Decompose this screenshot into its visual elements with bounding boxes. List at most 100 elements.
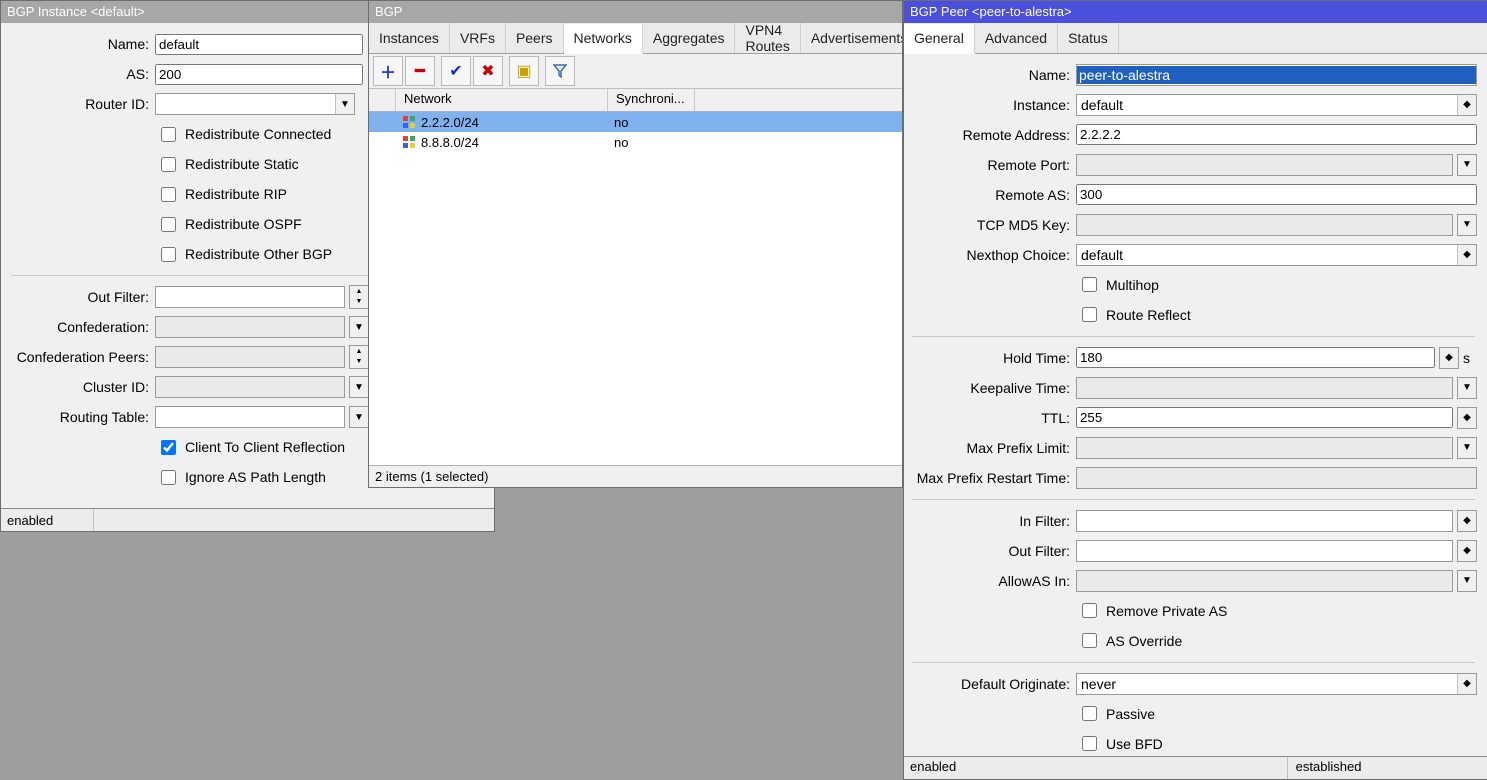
dropdown-icon[interactable]: ◆ <box>1457 510 1477 532</box>
add-button[interactable]: ＋ <box>373 56 403 86</box>
label-keepalive: Keepalive Time: <box>910 380 1076 396</box>
dropdown-icon[interactable]: ▼ <box>1457 214 1477 236</box>
input-remote-address[interactable] <box>1076 124 1477 145</box>
tab-vrfs[interactable]: VRFs <box>450 23 506 53</box>
label-redistribute-ospf: Redistribute OSPF <box>185 216 302 232</box>
status-peer-state: established <box>1288 757 1487 779</box>
chk-use-bfd[interactable] <box>1082 736 1097 751</box>
combo-in-filter[interactable] <box>1076 510 1453 532</box>
chk-remove-private-as[interactable] <box>1082 603 1097 618</box>
tab-advanced[interactable]: Advanced <box>975 23 1058 53</box>
chk-redistribute-ospf[interactable] <box>161 217 176 232</box>
titlebar-bgp[interactable]: BGP <box>369 1 902 23</box>
combo-confederation-peers[interactable] <box>155 346 345 368</box>
spin-confederation-peers[interactable]: ▲▼ <box>349 345 369 369</box>
filter-button[interactable] <box>545 56 575 86</box>
separator <box>912 662 1475 663</box>
input-instance-as[interactable] <box>155 64 363 85</box>
remove-button[interactable]: ━ <box>405 56 435 86</box>
tab-vpn4-routes[interactable]: VPN4 Routes <box>735 23 800 53</box>
chk-redistribute-static[interactable] <box>161 157 176 172</box>
tab-networks[interactable]: Networks <box>564 24 643 54</box>
chk-multihop[interactable] <box>1082 277 1097 292</box>
tab-status[interactable]: Status <box>1058 23 1119 53</box>
dropdown-icon[interactable]: ▼ <box>335 94 354 114</box>
statusbar-bgp: 2 items (1 selected) <box>369 465 902 487</box>
label-peer-name: Name: <box>910 67 1076 83</box>
dropdown-icon[interactable]: ▼ <box>349 376 369 398</box>
tab-advertisements[interactable]: Advertisements <box>801 23 902 53</box>
tab-aggregates[interactable]: Aggregates <box>643 23 736 53</box>
chk-passive[interactable] <box>1082 706 1097 721</box>
tab-general[interactable]: General <box>904 24 975 54</box>
spin-out-filter[interactable]: ▲▼ <box>349 285 369 309</box>
tab-peers[interactable]: Peers <box>506 23 564 53</box>
label-redistribute-rip: Redistribute RIP <box>185 186 287 202</box>
input-keepalive[interactable] <box>1076 377 1453 399</box>
label-instance-name: Name: <box>9 36 155 52</box>
label-peer-instance: Instance: <box>910 97 1076 113</box>
chk-client-reflection[interactable] <box>161 440 176 455</box>
label-redistribute-static: Redistribute Static <box>185 156 299 172</box>
chk-redistribute-other-bgp[interactable] <box>161 247 176 262</box>
col-network[interactable]: Network <box>396 89 608 111</box>
tab-instances[interactable]: Instances <box>369 23 450 53</box>
dropdown-icon[interactable]: ◆ <box>1457 245 1476 265</box>
chk-redistribute-connected[interactable] <box>161 127 176 142</box>
label-multihop: Multihop <box>1106 277 1159 293</box>
col-synchronize[interactable]: Synchroni... <box>608 89 695 111</box>
table-row[interactable]: 2.2.2.0/24 no <box>369 112 902 132</box>
dropdown-icon[interactable]: ◆ <box>1457 407 1477 429</box>
label-max-prefix: Max Prefix Limit: <box>910 440 1076 456</box>
combo-default-originate[interactable]: never ◆ <box>1076 673 1477 695</box>
label-ttl: TTL: <box>910 410 1076 426</box>
combo-peer-out-filter[interactable] <box>1076 540 1453 562</box>
input-ttl[interactable] <box>1076 407 1453 428</box>
comment-button[interactable]: ▣ <box>509 56 539 86</box>
input-hold-time[interactable] <box>1076 347 1435 368</box>
combo-confederation[interactable] <box>155 316 345 338</box>
label-redistribute-connected: Redistribute Connected <box>185 126 331 142</box>
combo-cluster-id[interactable] <box>155 376 345 398</box>
dropdown-icon[interactable]: ◆ <box>1457 95 1476 115</box>
input-tcp-md5[interactable] <box>1076 214 1453 236</box>
label-ignore-as-path: Ignore AS Path Length <box>185 469 326 485</box>
dropdown-icon[interactable]: ▼ <box>349 406 369 428</box>
network-icon <box>403 116 415 128</box>
dropdown-icon[interactable]: ◆ <box>1439 347 1459 369</box>
cell-synchronize: no <box>606 135 692 150</box>
input-max-prefix-restart[interactable] <box>1076 467 1477 489</box>
enable-button[interactable]: ✔ <box>441 56 471 86</box>
combo-peer-instance[interactable]: default ◆ <box>1076 94 1477 116</box>
chk-as-override[interactable] <box>1082 633 1097 648</box>
chk-route-reflect[interactable] <box>1082 307 1097 322</box>
label-confederation: Confederation: <box>9 319 155 335</box>
input-instance-name[interactable] <box>155 34 363 55</box>
titlebar-bgp-peer[interactable]: BGP Peer <peer-to-alestra> <box>904 1 1487 23</box>
disable-button[interactable]: ✖ <box>473 56 503 86</box>
input-peer-name[interactable]: peer-to-alestra <box>1076 64 1477 86</box>
input-max-prefix[interactable] <box>1076 437 1453 459</box>
chk-ignore-as-path[interactable] <box>161 470 176 485</box>
dropdown-icon[interactable]: ▼ <box>1457 437 1477 459</box>
input-remote-port[interactable] <box>1076 154 1453 176</box>
table-row[interactable]: 8.8.8.0/24 no <box>369 132 902 152</box>
input-remote-as[interactable] <box>1076 184 1477 205</box>
cell-network: 8.8.8.0/24 <box>421 135 479 150</box>
combo-router-id[interactable]: ▼ <box>155 93 355 115</box>
label-allowas-in: AllowAS In: <box>910 573 1076 589</box>
dropdown-icon[interactable]: ▼ <box>1457 377 1477 399</box>
input-allowas-in[interactable] <box>1076 570 1453 592</box>
grid-body[interactable]: 2.2.2.0/24 no 8.8.8.0/24 no <box>369 112 902 465</box>
dropdown-icon[interactable]: ◆ <box>1457 674 1476 694</box>
chk-redistribute-rip[interactable] <box>161 187 176 202</box>
dropdown-icon[interactable]: ▼ <box>1457 570 1477 592</box>
label-as-override: AS Override <box>1106 633 1182 649</box>
combo-nexthop[interactable]: default ◆ <box>1076 244 1477 266</box>
combo-routing-table[interactable] <box>155 406 345 428</box>
dropdown-icon[interactable]: ◆ <box>1457 540 1477 562</box>
dropdown-icon[interactable]: ▼ <box>349 316 369 338</box>
label-client-reflection: Client To Client Reflection <box>185 439 345 455</box>
combo-out-filter[interactable] <box>155 286 345 308</box>
dropdown-icon[interactable]: ▼ <box>1457 154 1477 176</box>
